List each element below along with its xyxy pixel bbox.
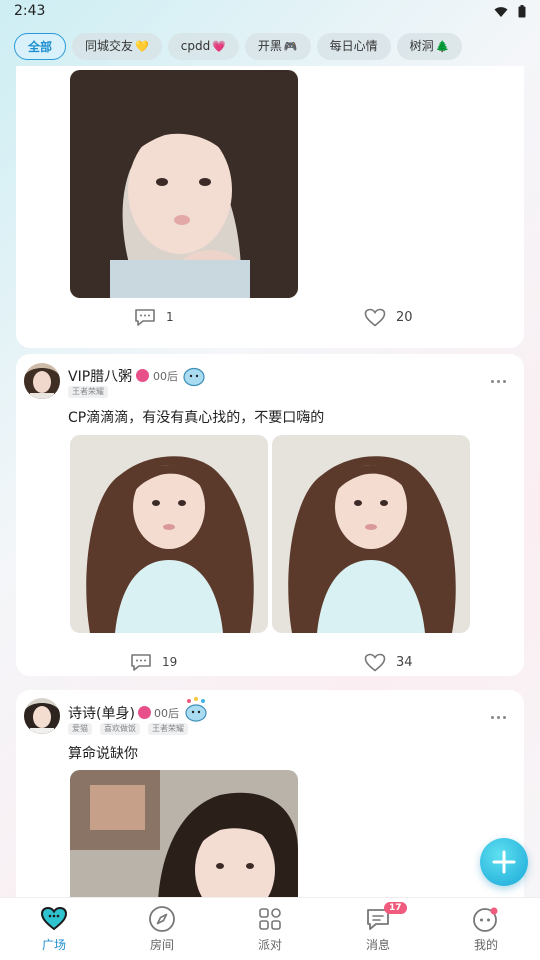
post-card[interactable]: 诗诗(单身) 00后 爱猫 喜欢做饭 王者荣耀 算命说缺你	[16, 690, 524, 897]
more-options-icon[interactable]	[491, 380, 506, 383]
tab-cpdd[interactable]: cpdd 💗	[167, 33, 239, 60]
like-button[interactable]: 34	[364, 653, 413, 672]
status-icons	[494, 5, 526, 18]
tab-tree-hole[interactable]: 树洞 🌲	[396, 33, 463, 60]
comment-icon	[135, 309, 155, 326]
like-count: 20	[396, 310, 413, 325]
mascot-icon	[185, 697, 207, 722]
like-count: 34	[396, 655, 413, 670]
nav-square[interactable]: 广场	[14, 904, 94, 953]
post-photo[interactable]	[70, 435, 268, 633]
mascot-icon	[183, 367, 205, 387]
tree-icon: 🌲	[435, 40, 450, 53]
nav-messages[interactable]: 17 消息	[338, 902, 418, 953]
tab-label: cpdd	[180, 39, 211, 53]
search-badge-icon	[138, 706, 151, 719]
face-icon	[473, 907, 498, 932]
post-text: 算命说缺你	[68, 746, 138, 762]
generation-label: 00后	[153, 370, 178, 383]
nav-label: 广场	[41, 938, 66, 952]
username[interactable]: 诗诗(单身)	[68, 703, 135, 723]
post-photo[interactable]	[70, 70, 298, 298]
user-tag: 爱猫	[68, 723, 92, 735]
post-text: CP滴滴滴，有没有真心找的，不要口嗨的	[68, 410, 325, 426]
battery-icon	[518, 5, 526, 18]
tab-label: 树洞	[409, 39, 434, 53]
post-card[interactable]: VIP腊八粥 00后 王者荣耀 CP滴滴滴，有没有真心找的，不要口嗨的 19 3…	[16, 354, 524, 676]
tab-local-dating[interactable]: 同城交友 💛	[72, 33, 162, 60]
like-button[interactable]: 20	[364, 308, 413, 327]
avatar[interactable]	[24, 698, 60, 734]
more-options-icon[interactable]	[491, 716, 506, 719]
tab-label: 同城交友	[85, 39, 134, 53]
tab-label: 开黑	[257, 39, 282, 53]
search-badge-icon	[136, 369, 149, 382]
tab-gaming[interactable]: 开黑 🎮	[244, 33, 311, 60]
category-tabs: 全部 同城交友 💛 cpdd 💗 开黑 🎮 每日心情 树洞 🌲	[14, 33, 463, 60]
user-tag: 王者荣耀	[68, 386, 108, 398]
post-photo[interactable]	[70, 770, 298, 897]
create-post-button[interactable]	[480, 838, 528, 886]
comment-button[interactable]: 1	[134, 308, 174, 326]
heart-icon	[364, 308, 386, 327]
username[interactable]: VIP腊八粥	[68, 366, 132, 386]
post-card[interactable]: 1 20	[16, 66, 524, 348]
yellow-heart-icon: 💛	[135, 40, 149, 53]
heart-chat-icon	[40, 906, 68, 931]
nav-rooms[interactable]: 房间	[122, 904, 202, 953]
gamepad-icon: 🎮	[283, 40, 298, 53]
user-tag: 王者荣耀	[148, 723, 188, 735]
nav-label: 派对	[257, 938, 282, 952]
nav-label: 我的	[473, 938, 498, 952]
post-photo[interactable]	[272, 435, 470, 633]
tab-all[interactable]: 全部	[14, 33, 67, 60]
compass-icon	[149, 906, 175, 932]
status-bar: 2:43	[0, 0, 540, 26]
avatar[interactable]	[24, 363, 60, 399]
tab-label: 全部	[28, 39, 53, 54]
comment-button[interactable]: 19	[130, 653, 177, 671]
feed[interactable]: 1 20 VIP腊八粥 00后 王者荣耀 CP滴滴滴，有没有真心找的，不要口嗨的	[16, 66, 524, 897]
wifi-icon	[494, 6, 508, 17]
comment-count: 19	[162, 655, 178, 669]
comment-count: 1	[166, 310, 174, 324]
pink-heart-icon: 💗	[212, 40, 226, 53]
nav-profile[interactable]: 我的	[446, 904, 526, 953]
heart-icon	[364, 653, 386, 672]
nav-label: 消息	[365, 938, 390, 952]
nav-label: 房间	[149, 938, 174, 952]
nav-party[interactable]: 派对	[230, 904, 310, 953]
status-time: 2:43	[14, 3, 46, 19]
user-tag: 喜欢做饭	[100, 723, 140, 735]
tab-label: 每日心情	[329, 39, 378, 53]
bottom-nav: 广场 房间 派对 17 消息 我的	[0, 897, 540, 960]
tab-daily-mood[interactable]: 每日心情	[316, 33, 391, 60]
grid-icon	[259, 908, 281, 930]
unread-badge: 17	[384, 902, 407, 914]
comment-icon	[131, 654, 151, 671]
generation-label: 00后	[154, 707, 179, 720]
plus-icon	[492, 850, 516, 874]
